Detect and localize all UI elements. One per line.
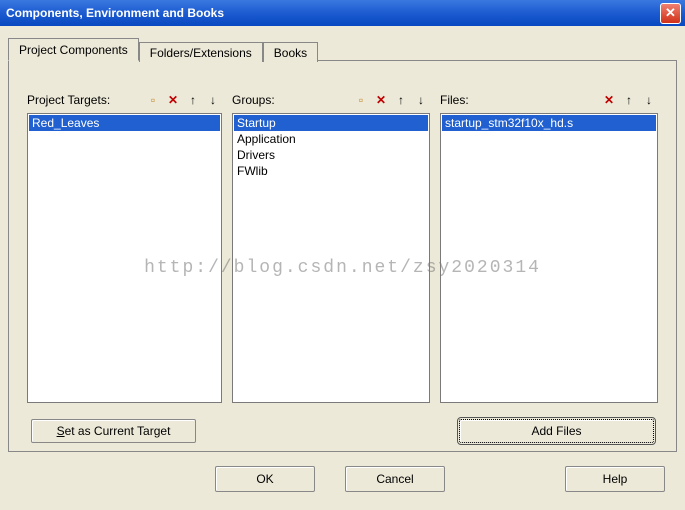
column-header: Files: ✕ ↑ ↓ <box>440 89 658 111</box>
column-groups: Groups: ▫ ✕ ↑ ↓ StartupApplicationDriver… <box>232 89 430 403</box>
tab-label: Books <box>274 46 307 60</box>
tab-label: Folders/Extensions <box>150 46 252 60</box>
move-down-icon[interactable]: ↓ <box>640 91 658 109</box>
column-files: Files: ✕ ↑ ↓ startup_stm32f10x_hd.s <box>440 89 658 403</box>
window-title: Components, Environment and Books <box>6 6 224 20</box>
list-item[interactable]: Application <box>234 131 428 147</box>
delete-icon[interactable]: ✕ <box>372 91 390 109</box>
toolbar: ▫ ✕ ↑ ↓ <box>352 91 430 109</box>
toolbar: ✕ ↑ ↓ <box>600 91 658 109</box>
cancel-button[interactable]: Cancel <box>345 466 445 492</box>
tab-project-components[interactable]: Project Components <box>8 38 139 61</box>
help-button[interactable]: Help <box>565 466 665 492</box>
column-label: Groups: <box>232 93 275 107</box>
list-item[interactable]: FWlib <box>234 163 428 179</box>
column-header: Project Targets: ▫ ✕ ↑ ↓ <box>27 89 222 111</box>
tab-books[interactable]: Books <box>263 42 318 62</box>
move-up-icon[interactable]: ↑ <box>620 91 638 109</box>
add-files-button[interactable]: Add Files <box>459 419 654 443</box>
list-item[interactable]: Startup <box>234 115 428 131</box>
column-header: Groups: ▫ ✕ ↑ ↓ <box>232 89 430 111</box>
move-up-icon[interactable]: ↑ <box>184 91 202 109</box>
list-item[interactable]: Drivers <box>234 147 428 163</box>
tab-content: Project Targets: ▫ ✕ ↑ ↓ Red_Leaves Grou… <box>8 60 677 452</box>
toolbar: ▫ ✕ ↑ ↓ <box>144 91 222 109</box>
column-project-targets: Project Targets: ▫ ✕ ↑ ↓ Red_Leaves <box>27 89 222 403</box>
tab-folders-extensions[interactable]: Folders/Extensions <box>139 42 263 62</box>
listbox-groups[interactable]: StartupApplicationDriversFWlib <box>232 113 430 403</box>
titlebar: Components, Environment and Books ✕ <box>0 0 685 26</box>
tab-label: Project Components <box>19 43 128 57</box>
delete-icon[interactable]: ✕ <box>600 91 618 109</box>
bottom-row: Set as Current Target Add Files <box>27 419 658 443</box>
column-label: Project Targets: <box>27 93 110 107</box>
new-icon[interactable]: ▫ <box>352 91 370 109</box>
close-icon: ✕ <box>665 5 676 21</box>
window-close-button[interactable]: ✕ <box>660 3 681 24</box>
list-item[interactable]: Red_Leaves <box>29 115 220 131</box>
listbox-project-targets[interactable]: Red_Leaves <box>27 113 222 403</box>
delete-icon[interactable]: ✕ <box>164 91 182 109</box>
tabs-row: Project Components Folders/Extensions Bo… <box>0 26 685 60</box>
column-label: Files: <box>440 93 469 107</box>
set-as-current-target-button[interactable]: Set as Current Target <box>31 419 196 443</box>
move-down-icon[interactable]: ↓ <box>412 91 430 109</box>
listbox-files[interactable]: startup_stm32f10x_hd.s <box>440 113 658 403</box>
columns: Project Targets: ▫ ✕ ↑ ↓ Red_Leaves Grou… <box>27 89 658 403</box>
dialog-buttons: OK Cancel Help <box>0 460 685 492</box>
move-down-icon[interactable]: ↓ <box>204 91 222 109</box>
move-up-icon[interactable]: ↑ <box>392 91 410 109</box>
list-item[interactable]: startup_stm32f10x_hd.s <box>442 115 656 131</box>
new-icon[interactable]: ▫ <box>144 91 162 109</box>
ok-button[interactable]: OK <box>215 466 315 492</box>
